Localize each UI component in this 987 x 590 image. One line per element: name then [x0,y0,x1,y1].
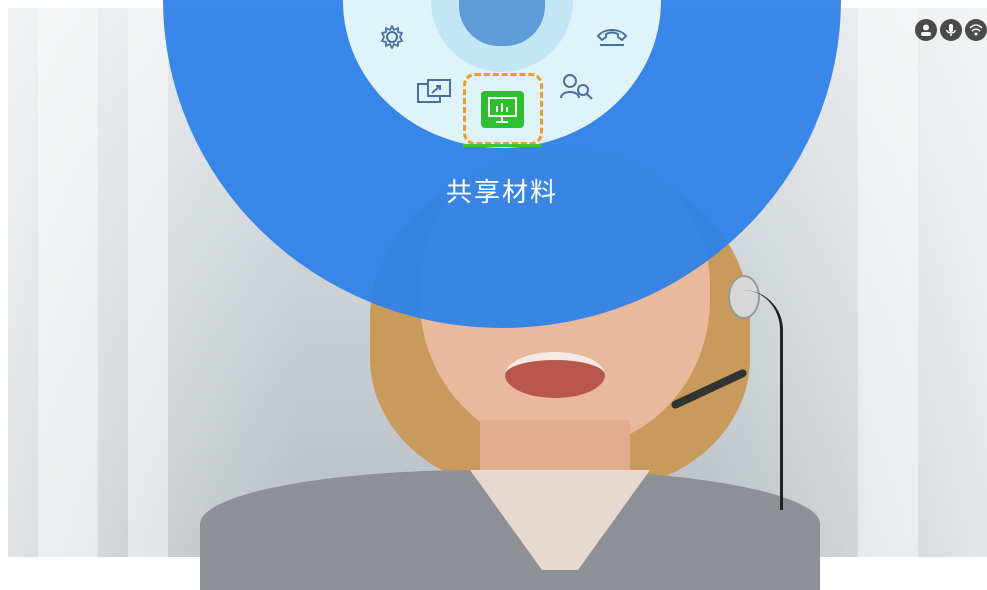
share-screen-icon[interactable] [416,78,452,106]
active-indicator [463,144,541,147]
gear-icon[interactable] [378,23,406,51]
participants-icon[interactable] [559,72,595,102]
menu-active-label: 共享材料 [445,178,558,208]
wifi-icon [965,19,987,41]
status-icons [915,19,987,41]
participant-mouth [505,352,605,398]
share-material-icon[interactable] [481,91,524,128]
user-icon [915,19,937,41]
hangup-icon[interactable] [596,26,628,48]
mic-icon [940,19,962,41]
headset-wire [720,290,783,510]
